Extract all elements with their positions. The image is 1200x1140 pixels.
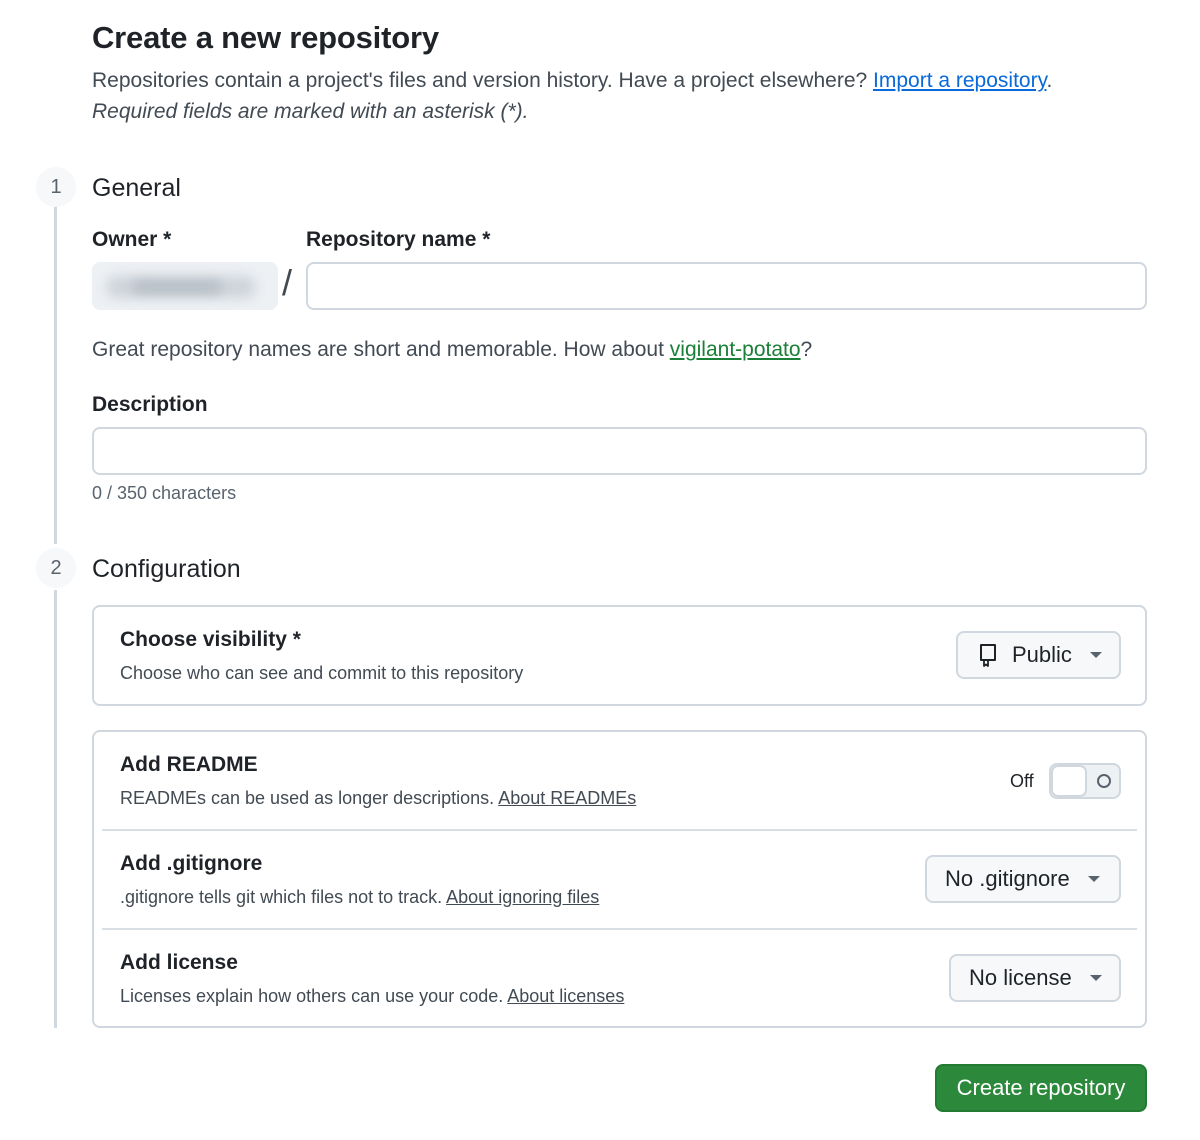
- gitignore-button-label: No .gitignore: [945, 866, 1070, 891]
- step-number-2: 2: [36, 548, 76, 588]
- readme-toggle[interactable]: [1049, 763, 1121, 799]
- step-number-1: 1: [36, 167, 76, 207]
- gitignore-description: .gitignore tells git which files not to …: [120, 887, 600, 907]
- visibility-title: Choose visibility *: [120, 628, 301, 651]
- about-ignoring-files-link[interactable]: About ignoring files: [446, 887, 599, 907]
- create-repository-page: Create a new repository Repositories con…: [0, 0, 1200, 1140]
- gitignore-dropdown-button[interactable]: No .gitignore: [925, 855, 1121, 903]
- visibility-box: Choose visibility * Choose who can see a…: [92, 605, 1147, 706]
- license-description: Licenses explain how others can use your…: [120, 986, 625, 1006]
- owner-name-blurred: [132, 280, 222, 294]
- readme-description: READMEs can be used as longer descriptio…: [120, 788, 637, 808]
- description-char-counter: 0 / 350 characters: [92, 483, 237, 503]
- toggle-knob: [1051, 765, 1087, 797]
- license-button-label: No license: [969, 965, 1072, 990]
- repository-name-label: Repository name *: [306, 228, 491, 251]
- owner-repo-separator: /: [282, 262, 293, 303]
- description-label: Description: [92, 393, 208, 416]
- options-box: Add README READMEs can be used as longer…: [92, 730, 1147, 1028]
- name-suggestion-link[interactable]: vigilant-potato: [670, 338, 801, 361]
- divider: [102, 829, 1137, 831]
- visibility-description: Choose who can see and commit to this re…: [120, 663, 524, 683]
- step-rail-general: [54, 206, 57, 544]
- license-title: Add license: [120, 951, 238, 974]
- about-licenses-link[interactable]: About licenses: [507, 986, 624, 1006]
- about-readmes-link[interactable]: About READMEs: [498, 788, 636, 808]
- readme-toggle-state: Off: [1010, 771, 1034, 791]
- visibility-dropdown-button[interactable]: Public: [956, 631, 1121, 679]
- gitignore-title: Add .gitignore: [120, 852, 263, 875]
- required-fields-note: Required fields are marked with an aster…: [92, 100, 529, 123]
- intro-text: Repositories contain a project's files a…: [92, 69, 1053, 92]
- section-title-configuration: Configuration: [92, 555, 241, 583]
- off-circle-icon: [1097, 774, 1111, 788]
- divider: [102, 928, 1137, 930]
- description-input[interactable]: [92, 427, 1147, 475]
- license-dropdown-button[interactable]: No license: [949, 954, 1121, 1002]
- readme-title: Add README: [120, 753, 258, 776]
- page-title: Create a new repository: [92, 20, 439, 55]
- owner-label: Owner *: [92, 228, 172, 251]
- section-title-general: General: [92, 174, 181, 202]
- repository-name-hint: Great repository names are short and mem…: [92, 338, 813, 361]
- import-repository-link[interactable]: Import a repository: [873, 69, 1047, 92]
- chevron-down-icon: [1087, 876, 1100, 882]
- repository-name-input[interactable]: [306, 262, 1147, 310]
- create-repository-button[interactable]: Create repository: [935, 1064, 1147, 1112]
- repo-icon: [978, 643, 998, 667]
- chevron-down-icon: [1089, 975, 1102, 981]
- step-rail-configuration: [54, 590, 57, 1028]
- chevron-down-icon: [1089, 652, 1102, 658]
- owner-select[interactable]: [92, 262, 278, 310]
- visibility-button-label: Public: [1012, 642, 1072, 667]
